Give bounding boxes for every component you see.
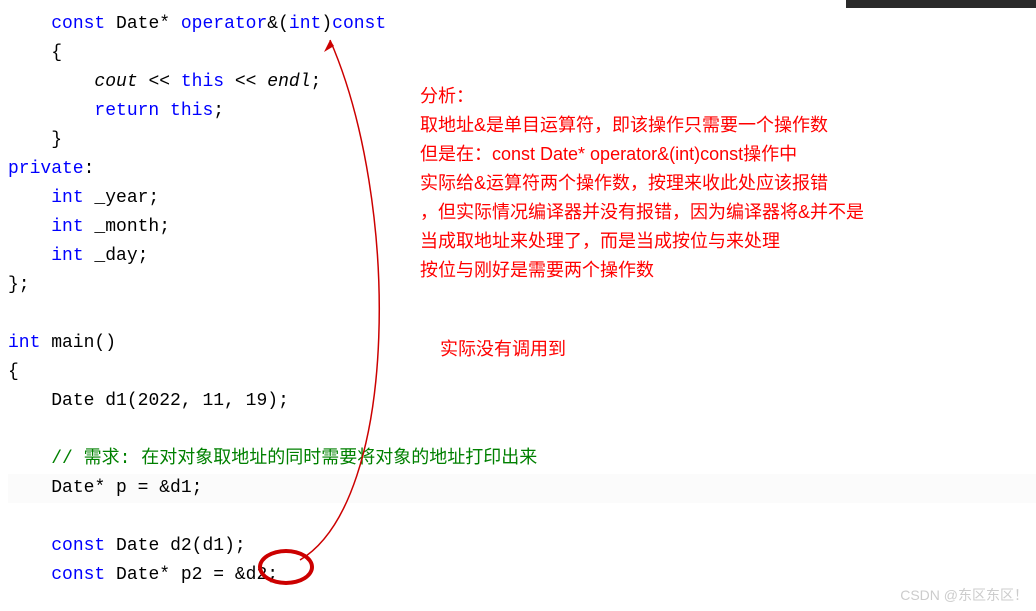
annotation-line: 取地址&是单目运算符，即该操作只需要一个操作数 [420,111,1010,140]
annotation-line: 实际给&运算符两个操作数，按理来收此处应该报错 [420,169,1010,198]
code-line: // 需求: 在对对象取地址的同时需要将对象的地址打印出来 [8,445,1036,474]
code-line: const Date d2(d1); [8,532,1036,561]
annotation-note: 实际没有调用到 [440,335,566,361]
code-line: Date d1(2022, 11, 19); [8,387,1036,416]
code-line [8,503,1036,532]
red-circle-highlight [258,549,314,585]
annotation-line: 分析： [420,82,1010,111]
annotation-line: 但是在：const Date* operator&(int)const操作中 [420,140,1010,169]
annotation-line: ，但实际情况编译器并没有报错，因为编译器将&并不是 [420,198,1010,227]
watermark: CSDN @东区东区！ [900,585,1028,605]
code-line: const Date* operator&(int)const [8,10,1036,39]
code-line: const Date* p2 = &d2; [8,561,1036,590]
code-line-current: Date* p = &d1; [8,474,1036,503]
annotation-line: 按位与刚好是需要两个操作数 [420,256,1010,285]
annotation-line: 当成取地址来处理了，而是当成按位与来处理 [420,227,1010,256]
dark-header-fragment [846,0,1036,8]
code-line [8,416,1036,445]
code-line: { [8,39,1036,68]
annotation-analysis: 分析： 取地址&是单目运算符，即该操作只需要一个操作数 但是在：const Da… [420,82,1010,285]
code-line: { [8,358,1036,387]
code-line [8,300,1036,329]
